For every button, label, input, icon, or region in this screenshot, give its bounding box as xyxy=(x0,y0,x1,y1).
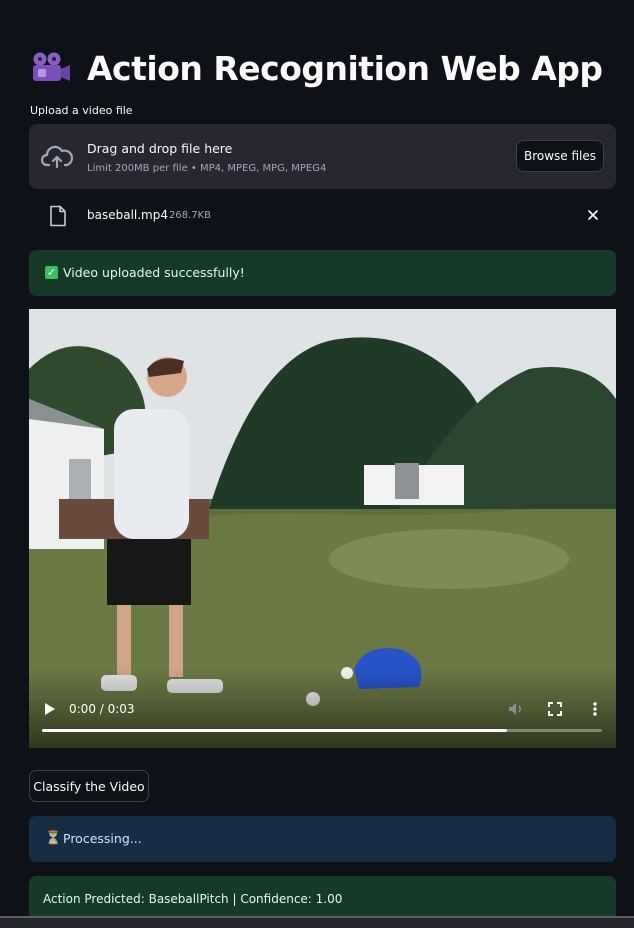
page-header: Action Recognition Web App xyxy=(30,44,603,92)
remove-file-close-icon[interactable] xyxy=(584,206,602,224)
success-alert: ✓ Video uploaded successfully! xyxy=(29,250,616,296)
browse-files-button[interactable]: Browse files xyxy=(516,140,604,172)
success-message: Video uploaded successfully! xyxy=(63,265,245,280)
video-player[interactable]: 0:00 / 0:03 xyxy=(29,309,616,748)
volume-icon[interactable] xyxy=(507,700,525,718)
file-name: baseball.mp4 xyxy=(87,208,168,222)
processing-message: Processing... xyxy=(63,831,142,846)
video-time: 0:00 / 0:03 xyxy=(69,702,135,716)
film-projector-icon xyxy=(30,50,74,86)
video-progress-fill xyxy=(42,729,507,732)
prediction-message: Action Predicted: BaseballPitch | Confid… xyxy=(43,892,343,906)
play-icon[interactable] xyxy=(43,701,57,717)
cloud-upload-icon xyxy=(40,144,74,170)
file-icon xyxy=(49,205,67,227)
page-title: Action Recognition Web App xyxy=(87,48,603,88)
dropzone-title: Drag and drop file here xyxy=(87,141,233,156)
file-dropzone[interactable]: Drag and drop file here Limit 200MB per … xyxy=(29,124,616,189)
dropzone-limits: Limit 200MB per file • MP4, MPEG, MPG, M… xyxy=(87,163,327,174)
upload-label: Upload a video file xyxy=(30,104,133,117)
file-size: 268.7KB xyxy=(169,210,212,221)
video-progress-bar[interactable] xyxy=(42,729,602,732)
classify-video-button[interactable]: Classify the Video xyxy=(29,770,149,802)
fullscreen-icon[interactable] xyxy=(547,701,563,717)
check-box-icon: ✓ xyxy=(45,266,58,279)
more-options-icon[interactable] xyxy=(589,700,601,718)
hourglass-icon: ⏳ xyxy=(45,831,62,846)
processing-alert: ⏳ Processing... xyxy=(29,816,616,862)
horizontal-scrollbar[interactable] xyxy=(0,916,634,928)
uploaded-file-row: baseball.mp4 268.7KB xyxy=(29,200,616,232)
